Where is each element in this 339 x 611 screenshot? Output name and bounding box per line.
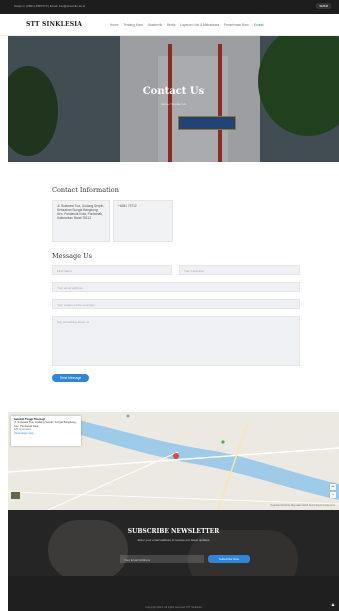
nav-item-academic[interactable]: Akademik — [148, 23, 162, 27]
newsletter-email-input[interactable]: Your Email Address — [120, 555, 204, 563]
contact-info-title: Contact Information — [52, 186, 119, 194]
nav-item-about[interactable]: Tentang Kami — [124, 23, 144, 27]
email-input[interactable]: Your email address — [52, 282, 300, 292]
newsletter-section: SUBSCRIBE NEWSLETTER Enter your email ad… — [8, 510, 339, 576]
nav-item-news[interactable]: Berita — [167, 23, 175, 27]
map-rating: 4.5 — [14, 428, 18, 432]
address-box: Jl. Sulawesi Tua, Gudang Serpih, Kelurah… — [52, 200, 110, 242]
back-to-top-button[interactable]: ▲ — [329, 601, 337, 609]
message-form-title: Message Us — [52, 252, 92, 260]
main-nav: STT SINKLESIA Home Tentang Kami Akademik… — [0, 14, 339, 36]
map-attribution[interactable]: Keyboard shortcuts Map data ©2023 Terms … — [271, 505, 335, 507]
hero-banner: Contact Us Home / Contact Us — [8, 36, 339, 162]
map-reviews-link[interactable]: 10 reviews — [19, 428, 32, 431]
nav-item-home[interactable]: Home — [110, 23, 119, 27]
nav-menu: Home Tentang Kami Akademik Berita Layana… — [110, 23, 264, 27]
nav-item-contact[interactable]: Kontak — [254, 23, 264, 27]
top-bar: Telepon: (0561) 6587070 | Email: info@st… — [0, 0, 339, 14]
satellite-toggle-icon[interactable] — [11, 492, 20, 499]
top-bar-badge[interactable]: SMKR — [316, 3, 331, 9]
zoom-in-button[interactable]: + — [330, 484, 336, 490]
phone-box: +6281 73712 — [113, 200, 173, 242]
arrow-up-icon: ▲ — [330, 602, 336, 608]
map-place-card: Sekolah Tinggi Theologi Jl. Sulawesi Tua… — [11, 416, 81, 446]
nav-item-admission[interactable]: Penerimaan Baru — [224, 23, 249, 27]
page-title: Contact Us — [142, 86, 205, 97]
zoom-out-button[interactable]: − — [330, 492, 336, 498]
send-message-button[interactable]: Send Message — [52, 374, 89, 382]
site-logo[interactable]: STT SINKLESIA — [26, 21, 82, 28]
map-pin-icon[interactable] — [173, 453, 179, 459]
subscribe-button[interactable]: Subscribe Now — [208, 555, 250, 563]
site-footer: Copyright 2023. All rights reserved STT … — [8, 576, 339, 611]
phone-text: +6281 73712 — [118, 204, 137, 208]
newsletter-overlay — [8, 510, 339, 576]
view-larger-map-link[interactable]: View larger map — [14, 432, 78, 435]
footer-copyright: Copyright 2023. All rights reserved STT … — [145, 606, 202, 609]
map-poi-icon[interactable] — [221, 440, 225, 444]
newsletter-title: SUBSCRIBE NEWSLETTER — [127, 528, 220, 535]
hero-overlay — [8, 36, 339, 162]
top-bar-contact: Telepon: (0561) 6587070 | Email: info@st… — [14, 4, 86, 8]
address-text: Jl. Sulawesi Tua, Gudang Serpih, Kelurah… — [57, 204, 105, 220]
lastname-input[interactable]: Your Lastname — [179, 265, 300, 275]
message-textarea[interactable]: Say something about us — [52, 316, 300, 366]
subject-input[interactable]: Your subject of the message — [52, 299, 300, 309]
firstname-input[interactable]: First Name — [52, 265, 172, 275]
breadcrumb: Home / Contact Us — [160, 102, 187, 106]
location-map[interactable]: Sekolah Tinggi Theologi Jl. Sulawesi Tua… — [8, 412, 339, 510]
map-poi-icon[interactable] — [126, 414, 130, 418]
nav-item-services[interactable]: Layanan Unit & Mahasiswa — [180, 23, 219, 27]
newsletter-description: Enter your email address to receive our … — [137, 538, 210, 542]
